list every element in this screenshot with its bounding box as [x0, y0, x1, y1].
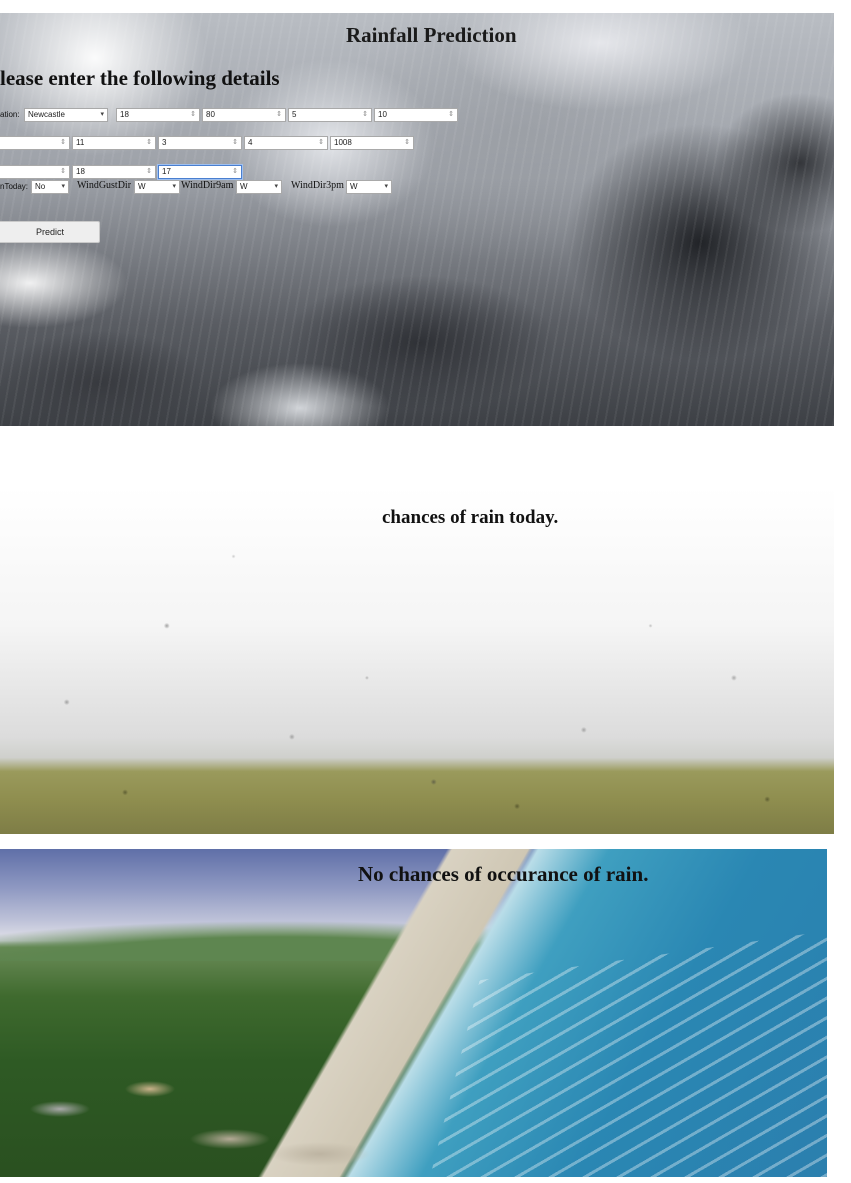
wind-dir-9am-label: WindDir9am : [181, 180, 239, 191]
rain-today-select-value: No [35, 182, 46, 191]
spinner-arrows-icon[interactable]: ⇕ [318, 138, 324, 148]
row1-field-2-value: 80 [206, 110, 215, 119]
wind-dir-3pm-select[interactable]: W ▾ [346, 180, 392, 194]
chevron-down-icon: ▾ [274, 183, 278, 190]
page-title: Rainfall Prediction [346, 23, 517, 47]
form-subtitle: lease enter the following details [0, 66, 280, 90]
chevron-down-icon: ▾ [100, 111, 104, 118]
rain-message: chances of rain today. [382, 507, 559, 528]
rain-today-select[interactable]: No ▾ [31, 180, 69, 194]
spinner-arrows-icon[interactable]: ⇕ [60, 138, 66, 148]
wind-dir-3pm-select-value: W [350, 182, 358, 191]
chevron-down-icon: ▾ [384, 183, 388, 190]
row2-field-1[interactable]: ⇕ [0, 136, 70, 150]
wind-dir-9am-select[interactable]: W ▾ [236, 180, 282, 194]
spinner-arrows-icon[interactable]: ⇕ [232, 167, 238, 177]
spinner-arrows-icon[interactable]: ⇕ [276, 110, 282, 120]
rain-result-panel: chances of rain today. [0, 487, 834, 834]
row2-field-4-value: 4 [248, 138, 253, 147]
rain-today-label: nToday: [0, 182, 29, 191]
row2-field-4[interactable]: 4 ⇕ [244, 136, 328, 150]
raindrops-on-glass-background [0, 487, 834, 834]
spinner-arrows-icon[interactable]: ⇕ [448, 110, 454, 120]
form-panel: Rainfall Prediction lease enter the foll… [0, 13, 834, 426]
wind-dir-9am-select-value: W [240, 182, 248, 191]
row1-field-3[interactable]: 5 ⇕ [288, 108, 372, 122]
row2-field-2[interactable]: 11 ⇕ [72, 136, 156, 150]
wind-gust-dir-label: WindGustDir : [77, 180, 137, 191]
row2-field-3[interactable]: 3 ⇕ [158, 136, 242, 150]
location-select-value: Newcastle [28, 110, 65, 119]
no-rain-result-panel: No chances of occurance of rain. [0, 849, 827, 1177]
location-select[interactable]: Newcastle ▾ [24, 108, 108, 122]
chevron-down-icon: ▾ [172, 183, 176, 190]
row1-field-2[interactable]: 80 ⇕ [202, 108, 286, 122]
row1-field-4[interactable]: 10 ⇕ [374, 108, 458, 122]
row3-field-2-value: 18 [76, 167, 85, 176]
spinner-arrows-icon[interactable]: ⇕ [146, 138, 152, 148]
row1-field-4-value: 10 [378, 110, 387, 119]
spinner-arrows-icon[interactable]: ⇕ [60, 167, 66, 177]
wind-gust-dir-select-value: W [138, 182, 146, 191]
row1-field-1-value: 18 [120, 110, 129, 119]
spinner-arrows-icon[interactable]: ⇕ [190, 110, 196, 120]
row1-field-3-value: 5 [292, 110, 297, 119]
village-background [0, 1069, 420, 1177]
row2-field-5-value: 1008 [334, 138, 352, 147]
chevron-down-icon: ▾ [61, 183, 65, 190]
row2-field-3-value: 3 [162, 138, 167, 147]
row2-field-2-value: 11 [76, 138, 85, 147]
wind-dir-3pm-label: WindDir3pm : [291, 180, 350, 191]
spinner-arrows-icon[interactable]: ⇕ [404, 138, 410, 148]
predict-button[interactable]: Predict [0, 221, 100, 243]
spinner-arrows-icon[interactable]: ⇕ [232, 138, 238, 148]
row3-field-3-value: 17 [162, 167, 171, 176]
spinner-arrows-icon[interactable]: ⇕ [146, 167, 152, 177]
row3-field-3[interactable]: 17 ⇕ [158, 165, 242, 179]
row1-field-1[interactable]: 18 ⇕ [116, 108, 200, 122]
row3-field-1[interactable]: 8 ⇕ [0, 165, 70, 179]
row2-field-5[interactable]: 1008 ⇕ [330, 136, 414, 150]
no-rain-message: No chances of occurance of rain. [358, 862, 649, 886]
row3-field-2[interactable]: 18 ⇕ [72, 165, 156, 179]
spinner-arrows-icon[interactable]: ⇕ [362, 110, 368, 120]
location-label: ation: [0, 110, 20, 119]
wind-gust-dir-select[interactable]: W ▾ [134, 180, 180, 194]
